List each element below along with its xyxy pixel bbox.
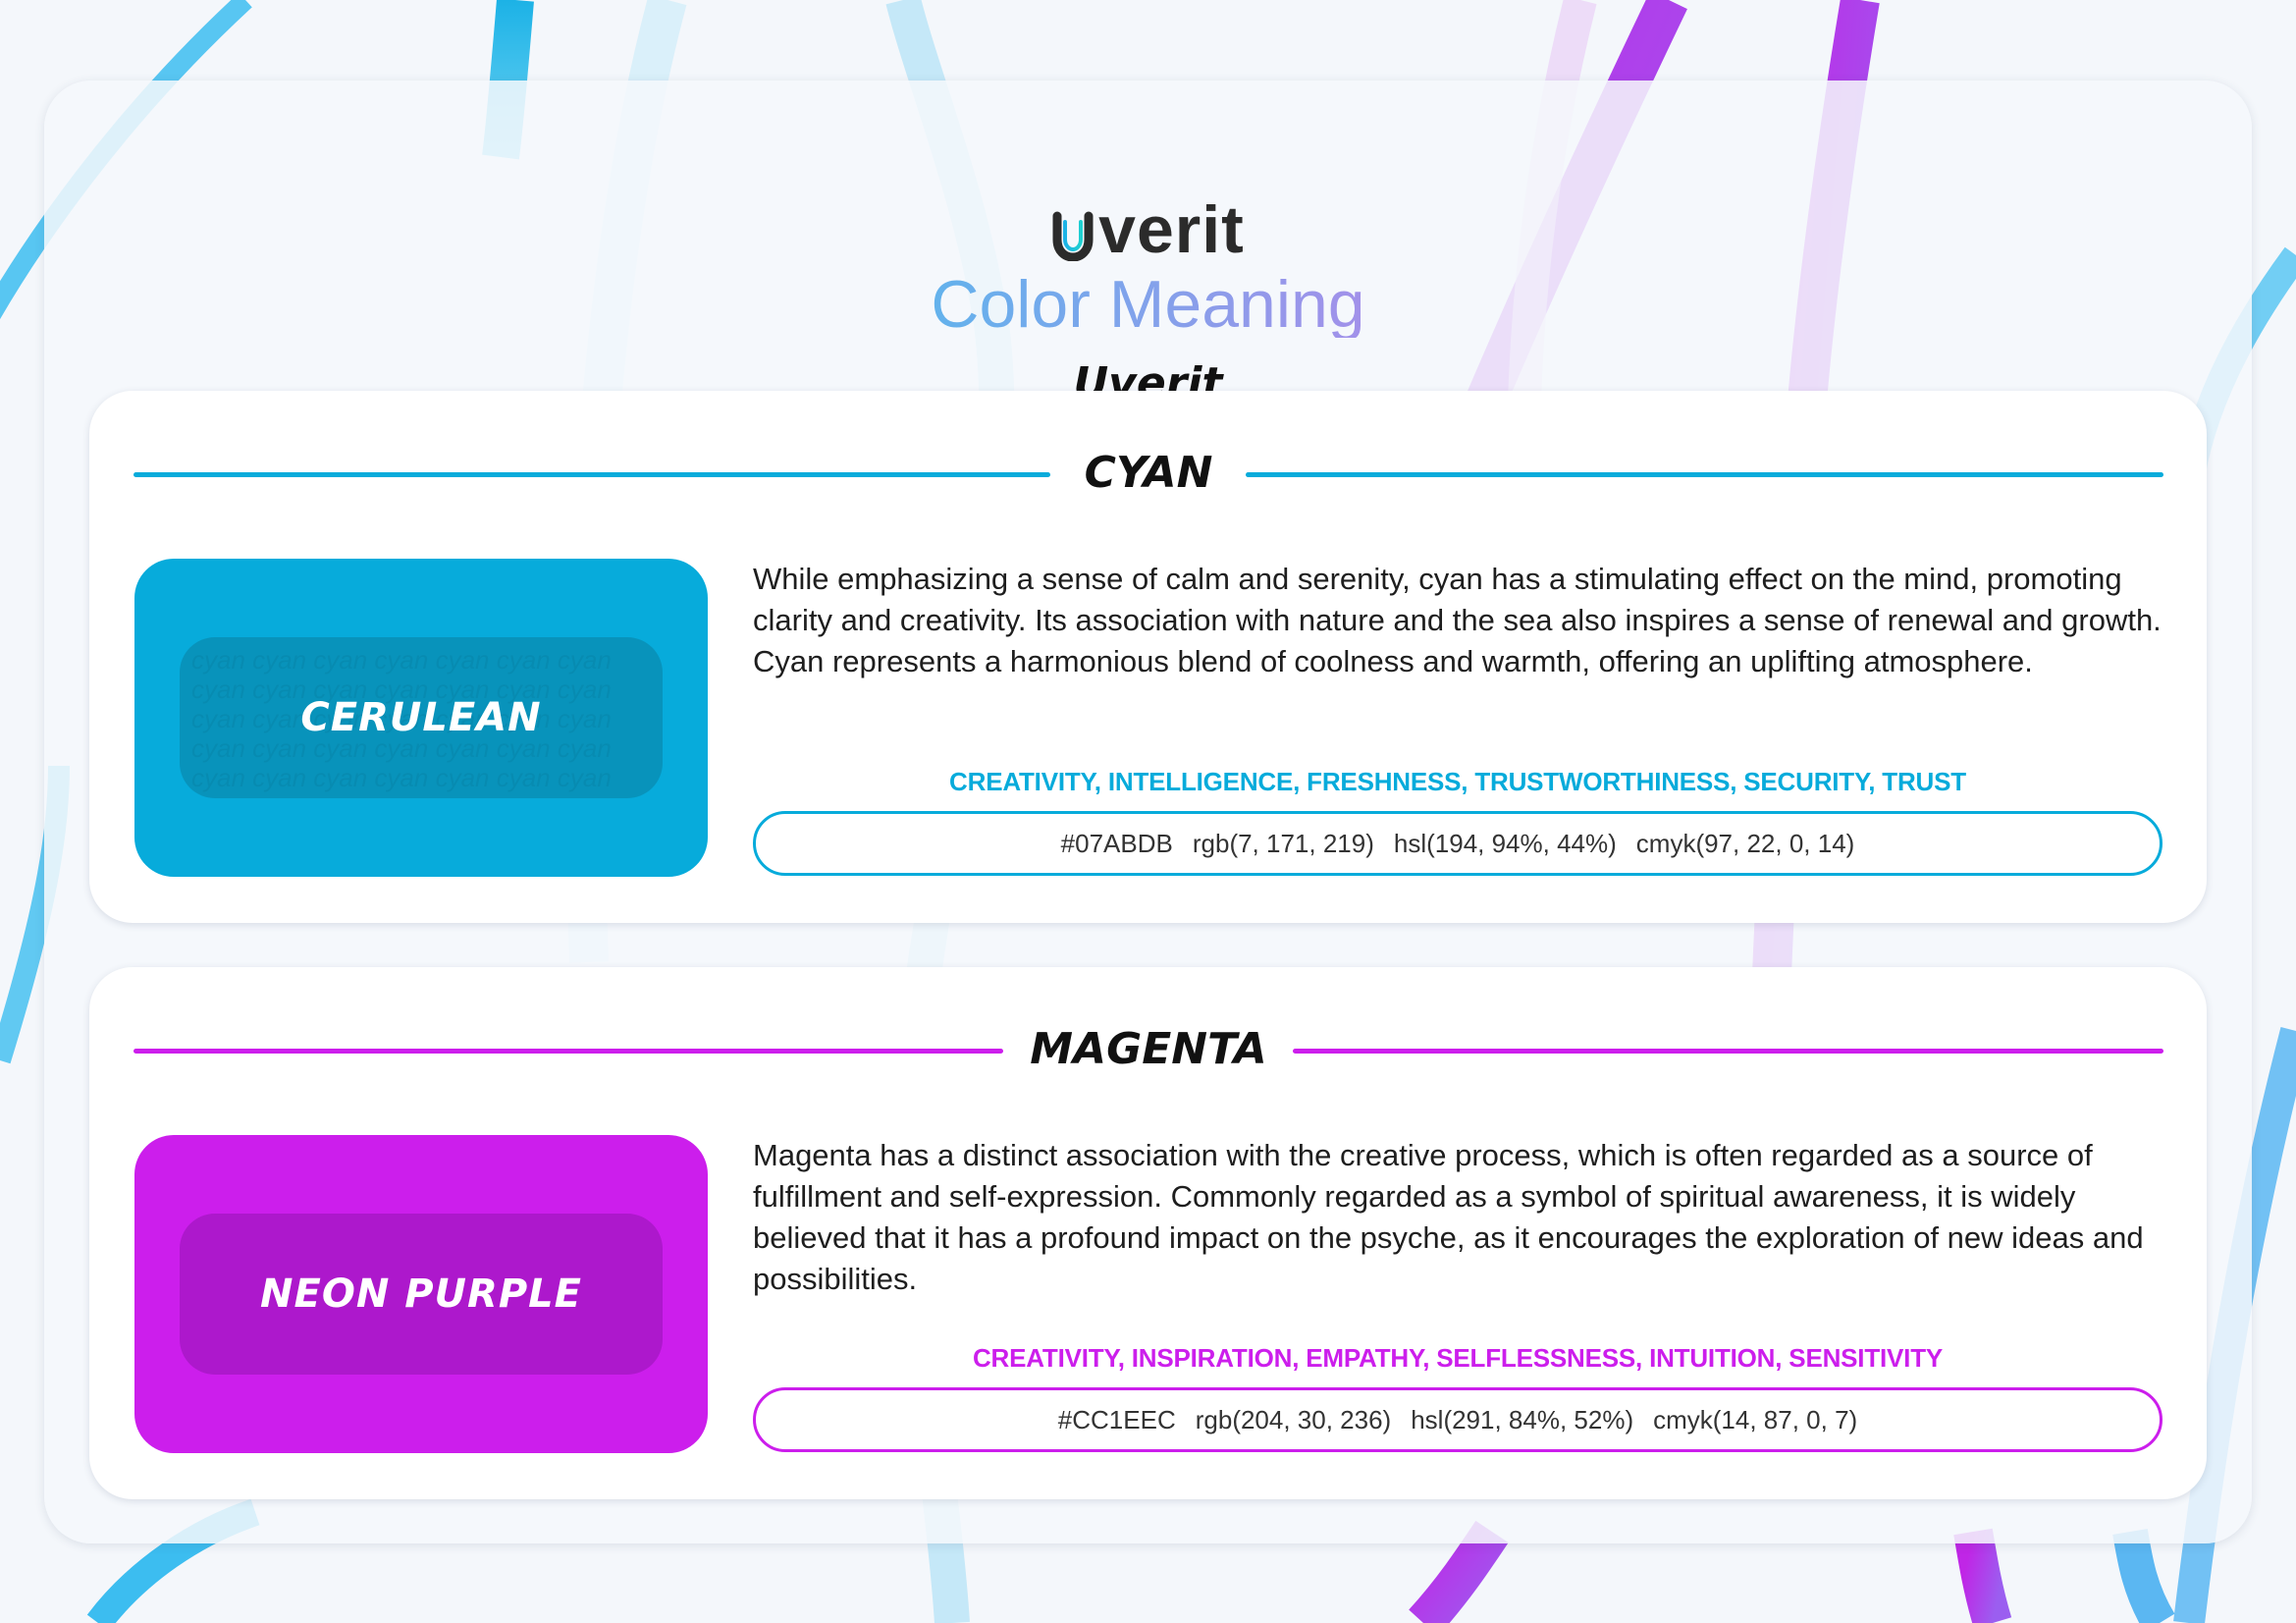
hsl-code: hsl(194, 94%, 44%) xyxy=(1393,828,1617,858)
color-codes: #07ABDB rgb(7, 171, 219) hsl(194, 94%, 4… xyxy=(753,811,2163,876)
cmyk-code: cmyk(14, 87, 0, 7) xyxy=(1653,1404,1858,1434)
rgb-code: rgb(7, 171, 219) xyxy=(1192,828,1374,858)
card-header: MAGENTA xyxy=(133,1016,2163,1085)
swatch-label-box: cyan cyan cyan cyan cyan cyan cyan cyan … xyxy=(180,637,663,798)
swatch-label: NEON PURPLE xyxy=(260,1271,582,1317)
color-keywords: CREATIVITY, INSPIRATION, EMPATHY, SELFLE… xyxy=(972,1343,1944,1373)
logo-text: verit xyxy=(1098,192,1245,267)
hsl-code: hsl(291, 84%, 52%) xyxy=(1411,1404,1634,1434)
hex-code: #CC1EEC xyxy=(1057,1404,1176,1434)
header: verit Color Meaning Uverit xyxy=(44,81,2252,406)
color-keywords: CREATIVITY, INTELLIGENCE, FRESHNESS, TRU… xyxy=(949,767,1966,796)
color-card-magenta: MAGENTA NEON PURPLE Magenta has a distin… xyxy=(89,967,2207,1499)
hex-code: #07ABDB xyxy=(1060,828,1173,858)
color-description: While emphasizing a sense of calm and se… xyxy=(753,562,2162,678)
color-description: Magenta has a distinct association with … xyxy=(753,1138,2144,1296)
page-title: Color Meaning xyxy=(44,271,2252,338)
rgb-code: rgb(204, 30, 236) xyxy=(1195,1404,1392,1434)
color-card-cyan: CYAN cyan cyan cyan cyan cyan cyan cyan … xyxy=(89,391,2207,923)
color-codes: #CC1EEC rgb(204, 30, 236) hsl(291, 84%, … xyxy=(753,1387,2163,1452)
color-swatch: NEON PURPLE xyxy=(134,1135,708,1453)
card-header: CYAN xyxy=(133,440,2163,509)
header-line-right xyxy=(1246,472,2163,477)
swatch-label: CERULEAN xyxy=(300,695,542,740)
uverit-logo-mark-icon xyxy=(1052,211,1094,261)
header-line-right xyxy=(1293,1049,2163,1054)
color-swatch: cyan cyan cyan cyan cyan cyan cyan cyan … xyxy=(134,559,708,877)
swatch-label-box: NEON PURPLE xyxy=(180,1214,663,1375)
cmyk-code: cmyk(97, 22, 0, 14) xyxy=(1635,828,1855,858)
uverit-logo: verit xyxy=(44,196,2252,263)
